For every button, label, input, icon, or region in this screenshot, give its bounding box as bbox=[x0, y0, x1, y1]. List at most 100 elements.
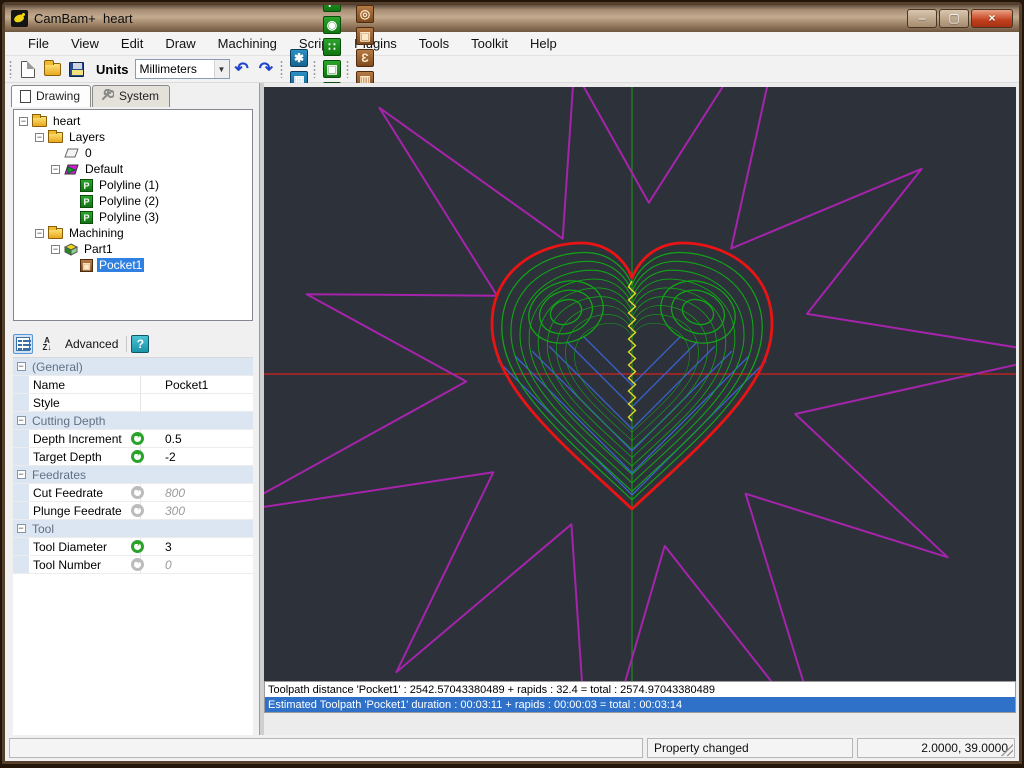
property-row-tool-number[interactable]: Tool Number0 bbox=[13, 556, 253, 574]
property-name: Plunge Feedrate bbox=[29, 502, 141, 519]
tree-item-part1[interactable]: − Part1 bbox=[14, 241, 252, 257]
categorized-view-button[interactable] bbox=[13, 334, 33, 354]
categorized-icon bbox=[16, 337, 30, 351]
tab-system[interactable]: System bbox=[92, 85, 170, 107]
menu-tools[interactable]: Tools bbox=[408, 33, 460, 54]
drawing-canvas[interactable] bbox=[264, 87, 1016, 681]
tree-expander[interactable]: − bbox=[51, 245, 60, 254]
engrave-button[interactable]: Ɛ bbox=[354, 47, 376, 69]
property-value[interactable]: Pocket1 bbox=[141, 378, 208, 392]
tree-item-machining[interactable]: −Machining bbox=[14, 225, 252, 241]
units-label: Units bbox=[96, 62, 129, 77]
row-gutter bbox=[13, 538, 29, 555]
undo-button[interactable]: ↶ bbox=[231, 58, 253, 80]
property-name: Tool Diameter bbox=[29, 538, 141, 555]
tree-item-label: Default bbox=[83, 162, 125, 176]
set-value-icon bbox=[131, 432, 144, 445]
snap-grid-button[interactable]: ✱ bbox=[288, 47, 310, 69]
tree-item-polyline-3-[interactable]: −PPolyline (3) bbox=[14, 209, 252, 225]
menu-view[interactable]: View bbox=[60, 33, 110, 54]
tree-item-label: Polyline (1) bbox=[97, 178, 161, 192]
tree-item-label: Part1 bbox=[82, 242, 115, 256]
menu-toolkit[interactable]: Toolkit bbox=[460, 33, 519, 54]
application-window: CamBam+ heart – ▢ × FileViewEditDrawMach… bbox=[2, 2, 1022, 764]
toolbar-grip[interactable] bbox=[346, 60, 349, 78]
rectangle-button[interactable]: ▣ bbox=[321, 58, 343, 80]
tree-item-heart[interactable]: −heart bbox=[14, 113, 252, 129]
pocket-button[interactable]: ▣ bbox=[354, 25, 376, 47]
advanced-label[interactable]: Advanced bbox=[61, 337, 122, 351]
tree-expander[interactable]: − bbox=[35, 229, 44, 238]
polyline-button[interactable]: P bbox=[321, 2, 343, 14]
minimize-button[interactable]: – bbox=[907, 9, 937, 28]
property-value[interactable]: 3 bbox=[141, 540, 172, 554]
property-value[interactable]: -2 bbox=[141, 450, 176, 464]
toolpath-duration-line[interactable]: Estimated Toolpath 'Pocket1' duration : … bbox=[264, 697, 1016, 713]
resize-grip[interactable] bbox=[1001, 744, 1013, 756]
maximize-button[interactable]: ▢ bbox=[939, 9, 969, 28]
property-value[interactable]: 0 bbox=[141, 558, 172, 572]
tree-item-polyline-1-[interactable]: −PPolyline (1) bbox=[14, 177, 252, 193]
tree-item-0[interactable]: −0 bbox=[14, 145, 252, 161]
units-combobox[interactable]: Millimeters ▼ bbox=[135, 59, 230, 79]
toolpath-distance-line[interactable]: Toolpath distance 'Pocket1' : 2542.57043… bbox=[264, 681, 1016, 697]
default-value-icon bbox=[131, 486, 144, 499]
tree-expander[interactable]: − bbox=[51, 165, 60, 174]
menu-draw[interactable]: Draw bbox=[154, 33, 206, 54]
tree-expander[interactable]: − bbox=[35, 133, 44, 142]
menu-file[interactable]: File bbox=[17, 33, 60, 54]
property-row-cut-feedrate[interactable]: Cut Feedrate800 bbox=[13, 484, 253, 502]
property-category-cutting-depth[interactable]: −Cutting Depth bbox=[13, 412, 253, 430]
tree-item-default[interactable]: − Default bbox=[14, 161, 252, 177]
drill-button[interactable]: ◎ bbox=[354, 3, 376, 25]
property-category--general-[interactable]: −(General) bbox=[13, 358, 253, 376]
toolbar-grip[interactable] bbox=[9, 60, 12, 78]
alphabetical-sort-button[interactable]: AZ↓ bbox=[37, 334, 57, 354]
tree-item-layers[interactable]: −Layers bbox=[14, 129, 252, 145]
units-value: Millimeters bbox=[136, 62, 214, 76]
circle-button[interactable]: ◉ bbox=[321, 14, 343, 36]
property-value[interactable]: 800 bbox=[141, 486, 185, 500]
row-gutter bbox=[13, 376, 29, 393]
save-file-button[interactable] bbox=[65, 58, 87, 80]
property-row-plunge-feedrate[interactable]: Plunge Feedrate300 bbox=[13, 502, 253, 520]
property-row-target-depth[interactable]: Target Depth-2 bbox=[13, 448, 253, 466]
tree-item-pocket1[interactable]: −▣Pocket1 bbox=[14, 257, 252, 273]
menu-help[interactable]: Help bbox=[519, 33, 568, 54]
close-button[interactable]: × bbox=[971, 9, 1013, 28]
property-category-tool[interactable]: −Tool bbox=[13, 520, 253, 538]
title-bar[interactable]: CamBam+ heart – ▢ × bbox=[5, 5, 1019, 32]
help-button[interactable]: ? bbox=[131, 335, 149, 353]
open-file-button[interactable] bbox=[41, 58, 63, 80]
chevron-down-icon[interactable]: ▼ bbox=[214, 60, 229, 78]
tree-item-polyline-2-[interactable]: −PPolyline (2) bbox=[14, 193, 252, 209]
category-collapse-box[interactable]: − bbox=[17, 416, 26, 425]
property-name: Target Depth bbox=[29, 448, 141, 465]
category-label: (General) bbox=[29, 360, 83, 374]
tab-drawing[interactable]: Drawing bbox=[11, 85, 91, 107]
property-row-style[interactable]: Style bbox=[13, 394, 253, 412]
toolbar-grip[interactable] bbox=[313, 60, 316, 78]
property-value[interactable]: 300 bbox=[141, 504, 185, 518]
category-collapse-box[interactable]: − bbox=[17, 362, 26, 371]
category-collapse-box[interactable]: − bbox=[17, 524, 26, 533]
default-value-icon bbox=[131, 504, 144, 517]
menu-edit[interactable]: Edit bbox=[110, 33, 154, 54]
pocket-icon: ▣ bbox=[356, 27, 374, 45]
folder-icon bbox=[48, 132, 63, 143]
property-row-depth-increment[interactable]: Depth Increment0.5 bbox=[13, 430, 253, 448]
toolbar-grip[interactable] bbox=[280, 60, 283, 78]
separator bbox=[126, 336, 127, 352]
redo-button[interactable]: ↷ bbox=[255, 58, 277, 80]
property-row-name[interactable]: NamePocket1 bbox=[13, 376, 253, 394]
menu-machining[interactable]: Machining bbox=[207, 33, 288, 54]
status-pane-empty bbox=[9, 738, 643, 758]
row-gutter bbox=[13, 556, 29, 573]
property-value[interactable]: 0.5 bbox=[141, 432, 182, 446]
new-file-button[interactable] bbox=[17, 58, 39, 80]
property-category-feedrates[interactable]: −Feedrates bbox=[13, 466, 253, 484]
property-row-tool-diameter[interactable]: Tool Diameter3 bbox=[13, 538, 253, 556]
tree-expander[interactable]: − bbox=[19, 117, 28, 126]
point-list-button[interactable]: ∷ bbox=[321, 36, 343, 58]
category-collapse-box[interactable]: − bbox=[17, 470, 26, 479]
